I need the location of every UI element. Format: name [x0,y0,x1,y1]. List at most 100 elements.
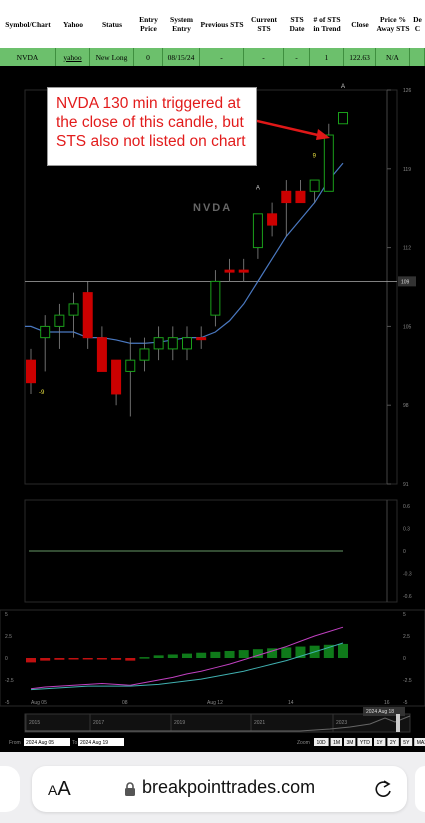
navigator-year: 2019 [174,720,185,726]
candle-body [68,303,79,316]
navigator-year: 2015 [29,720,40,726]
signal-label-a: A [256,185,260,191]
osc-axis-label: -0.3 [403,572,412,578]
candle-body [224,269,235,273]
macd-bar [82,658,93,660]
chart-watermark: NVDA [193,202,232,214]
column-header[interactable]: Previous STS [200,0,244,48]
x-axis-label: Aug 05 [31,700,47,706]
macd-axis-label: 5 [403,612,406,618]
price-axis-label: 119 [403,167,411,173]
candle-body [54,314,65,327]
reload-icon[interactable] [373,779,393,799]
to-value: 2024 Aug 19 [80,740,108,746]
column-header[interactable]: Current STS [244,0,284,48]
price-axis-label: 91 [403,482,409,488]
text-size-button[interactable]: AA [48,778,71,801]
annotation-arrow [252,118,323,138]
osc-axis-label: -0.6 [403,594,412,600]
moving-average-line [25,162,344,344]
macd-axis-label-left: -5 [5,700,10,706]
column-header[interactable]: Entry Price [134,0,163,48]
macd-axis-label: 0 [403,656,406,662]
stock-chart[interactable]: 126 119 112 105 98 91 109 NVDA A A 9 -9 0.6 0.3 0 -0.3 -… [0,66,425,752]
table-cell: - [284,48,310,66]
column-header[interactable]: Close [344,0,376,48]
candle-body [111,359,122,395]
column-header[interactable]: De C [410,0,425,48]
navigator-year: 2017 [93,720,104,726]
macd-bar [68,658,79,660]
candle-body [295,190,306,204]
candle-body [125,359,136,372]
x-axis-label: Aug 12 [207,700,223,706]
to-label: To [72,740,78,746]
table-row[interactable]: NVDA yahoo New Long 0 08/15/24- - -1 122.63 N/A [0,48,425,67]
table-cell [410,48,425,66]
macd-bar [281,647,292,658]
table-cell: 0 [134,48,163,66]
column-header[interactable]: System Entry [163,0,200,48]
candle-body [182,337,192,350]
macd-axis-label: 2.5 [403,634,410,640]
lock-icon [125,782,135,796]
chart-area[interactable]: 126 119 112 105 98 91 109 NVDA A A 9 -9 0.6 0.3 0 -0.3 -… [0,66,425,752]
candle-body [26,359,36,384]
column-header[interactable]: # of STS in Trend [310,0,344,48]
table-cell: 1 [310,48,344,66]
macd-bar [238,650,249,658]
zoom-button-label: 1M [333,740,340,746]
column-header[interactable]: STS Date [284,0,310,48]
column-header[interactable]: Symbol/Chart [0,0,56,48]
zoom-button-label: MAX [417,740,425,746]
osc-axis-label: 0.3 [403,527,410,533]
navigator-year: 2021 [254,720,265,726]
from-value: 2024 Aug 05 [26,740,54,746]
next-tab-edge[interactable] [415,766,425,812]
candle-body [281,190,292,204]
column-header[interactable]: Status [90,0,134,48]
macd-bar [182,653,192,658]
macd-bar [167,654,178,658]
macd-bar [111,658,122,660]
yahoo-link[interactable]: yahoo [63,53,81,62]
price-axis-label: 112 [403,246,411,252]
table-cell: New Long [90,48,134,66]
macd-axis-label-left: -2.5 [5,678,14,684]
table-header: Symbol/Chart Yahoo Status Entry Price System… [0,0,425,49]
candle-body [252,213,263,249]
navigator [24,713,411,733]
column-header[interactable]: Yahoo [56,0,90,48]
macd-bar [96,658,107,660]
candle-body [40,325,51,339]
x-axis-label: 08 [122,700,128,706]
x-axis-label: 14 [288,700,294,706]
macd-bar [26,658,36,663]
column-header[interactable]: Price % Away STS [376,0,410,48]
zoom-button-label: 10D [317,740,327,746]
url-text[interactable]: breakpointtrades.com [142,777,315,798]
candle-body [96,337,107,372]
table-cell: - [200,48,244,66]
annotation-callout: NVDA 130 min triggered at the close of t… [47,87,257,166]
table-cell: - [244,48,284,66]
count-label-9: -9 [39,390,45,396]
previous-tab-edge[interactable] [0,766,20,812]
osc-axis-label: 0 [403,549,406,555]
zoom-button-label: YTD [360,740,370,746]
zoom-label: Zoom [297,740,310,746]
candle-body [167,337,178,350]
macd-bar [224,650,235,658]
zoom-button-label: 3M [347,740,354,746]
macd-axis-label-left: 0 [5,656,8,662]
navigator-year: 2023 [336,720,347,726]
candle-body [238,269,249,273]
osc-axis-label: 0.6 [403,504,410,510]
macd-bar [40,658,51,661]
table-cell[interactable]: yahoo [56,48,90,66]
price-axis-label: 105 [403,324,412,330]
macd-bar [125,658,136,661]
table-cell[interactable]: NVDA [0,48,56,66]
candle-body [267,213,278,226]
navigator-badge-text: 2024 Aug 18 [366,709,394,715]
